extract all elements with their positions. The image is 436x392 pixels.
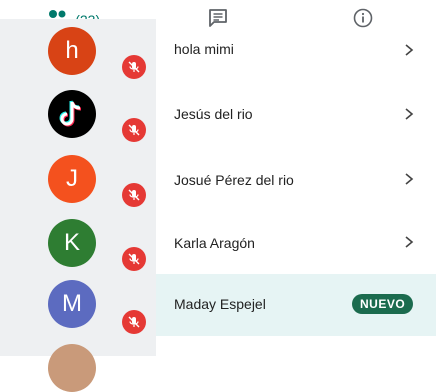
new-badge: NUEVO xyxy=(352,294,414,314)
chevron-right-icon xyxy=(402,107,416,121)
participant-row[interactable]: M Maday Espejel NUEVO xyxy=(0,274,436,336)
avatar: K xyxy=(48,219,96,267)
avatar xyxy=(48,344,96,392)
participant-name: Karla Aragón xyxy=(174,235,255,251)
avatar: h xyxy=(48,27,96,75)
mic-muted-icon xyxy=(122,55,146,79)
participant-row[interactable]: Jesús del rio xyxy=(0,82,436,144)
participant-row[interactable]: h hola mimi xyxy=(0,19,436,81)
chevron-right-icon xyxy=(402,172,416,186)
avatar: J xyxy=(48,155,96,203)
mic-muted-icon xyxy=(122,118,146,142)
mic-muted-icon xyxy=(122,247,146,271)
participant-name: Josué Pérez del rio xyxy=(174,172,294,188)
participant-row[interactable]: K Karla Aragón xyxy=(0,211,436,273)
mic-muted-icon xyxy=(122,183,146,207)
participant-row[interactable]: J Josué Pérez del rio xyxy=(0,147,436,209)
participant-name: Jesús del rio xyxy=(174,106,253,122)
chevron-right-icon xyxy=(402,43,416,57)
mic-muted-icon xyxy=(122,310,146,334)
tiktok-logo-icon xyxy=(48,90,96,138)
avatar: M xyxy=(48,280,96,328)
participant-name: Maday Espejel xyxy=(174,296,266,312)
participant-name: hola mimi xyxy=(174,41,234,57)
chevron-right-icon xyxy=(402,235,416,249)
